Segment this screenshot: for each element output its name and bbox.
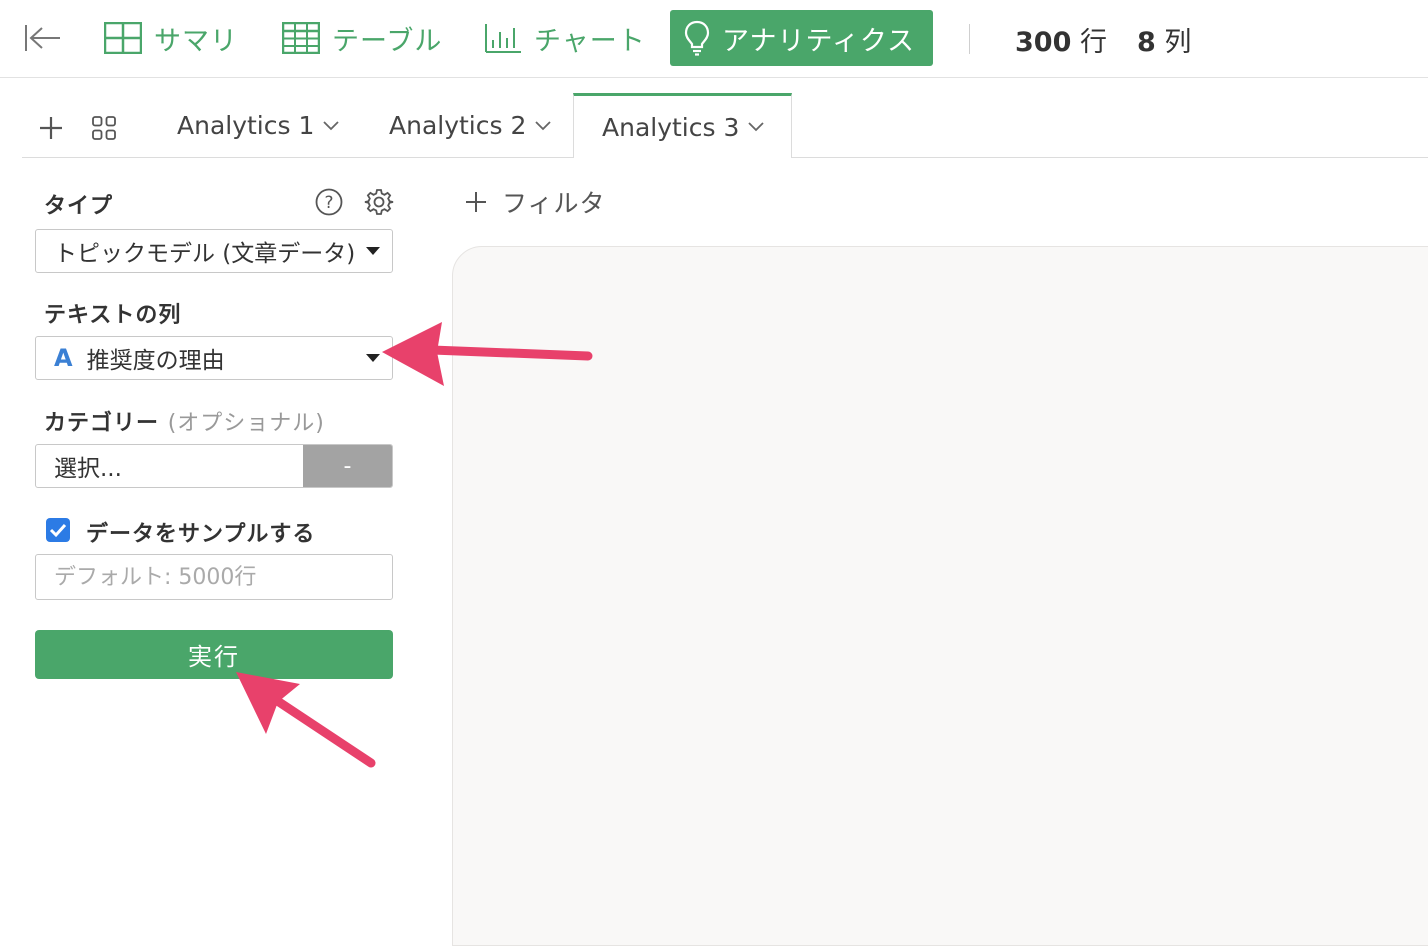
category-optional-text: (オプショナル) [167, 411, 325, 436]
collapse-left-icon[interactable] [22, 20, 62, 56]
check-icon [49, 523, 67, 538]
add-tab-icon[interactable] [36, 113, 66, 143]
help-icon[interactable]: ? [314, 187, 344, 217]
type-select-value: トピックモデル (文章データ) [54, 241, 356, 267]
tab-analytics-2-label: Analytics 2 [389, 111, 527, 140]
chevron-down-icon [535, 120, 552, 130]
tab-summary[interactable]: サマリ [104, 10, 238, 66]
tab-analytics[interactable]: アナリティクス [670, 10, 934, 66]
sample-size-input[interactable] [35, 554, 393, 600]
chevron-down-icon [748, 122, 765, 132]
plus-icon [466, 192, 486, 212]
tab-analytics-label: アナリティクス [722, 25, 916, 57]
row-count-value: 300 [1015, 27, 1072, 58]
text-type-icon: A [54, 344, 73, 372]
tab-table[interactable]: テーブル [282, 10, 442, 66]
tab-analytics-3-label: Analytics 3 [602, 112, 740, 142]
summary-grid-icon [104, 22, 142, 54]
column-count-value: 8 [1137, 27, 1156, 58]
table-icon [282, 22, 320, 54]
row-count: 300 行 [1015, 20, 1107, 59]
tab-list-grid-icon[interactable] [89, 113, 119, 143]
result-canvas [452, 246, 1428, 946]
bar-chart-icon [485, 24, 521, 53]
text-column-value: 推奨度の理由 [86, 348, 225, 374]
run-button[interactable]: 実行 [35, 630, 393, 679]
add-filter-button[interactable]: フィルタ [464, 184, 606, 220]
type-select[interactable]: トピックモデル (文章データ) [35, 229, 393, 273]
gear-icon[interactable] [364, 187, 394, 217]
top-toolbar: サマリ テーブル チャート アナリティクス 300 行 8 列 [0, 0, 1428, 78]
lightbulb-icon [684, 20, 710, 56]
add-filter-label: フィルタ [502, 189, 606, 218]
column-count: 8 列 [1137, 20, 1191, 59]
category-clear-button[interactable]: - [303, 445, 392, 487]
category-label-text: カテゴリー [44, 411, 160, 436]
sample-label: データをサンプルする [86, 522, 316, 547]
tab-analytics-2[interactable]: Analytics 2 [389, 93, 552, 158]
sample-checkbox[interactable] [46, 518, 70, 542]
category-select[interactable]: 選択... [36, 445, 303, 487]
toolbar-divider [969, 24, 970, 54]
tab-table-label: テーブル [332, 25, 443, 57]
tab-analytics-3[interactable]: Analytics 3 [573, 93, 793, 159]
text-column-select[interactable]: A 推奨度の理由 [35, 336, 393, 380]
category-label: カテゴリー (オプショナル) [44, 405, 325, 437]
row-count-unit: 行 [1079, 27, 1107, 58]
category-field: 選択... - [35, 444, 393, 488]
column-count-unit: 列 [1164, 27, 1192, 58]
caret-down-icon [366, 247, 380, 255]
caret-down-icon [366, 354, 380, 362]
tab-analytics-1-label: Analytics 1 [177, 111, 315, 140]
analytics-settings-panel: タイプ ? トピックモデル (文章データ) テキストの列 A 推奨度の理由 カテ… [22, 158, 452, 914]
type-label: タイプ [44, 194, 114, 219]
tab-chart-label: チャート [534, 25, 646, 57]
analytics-main-area: フィルタ [452, 158, 1428, 946]
text-column-label: テキストの列 [44, 303, 182, 328]
svg-text:?: ? [324, 193, 333, 213]
tab-chart[interactable]: チャート [484, 10, 646, 66]
tab-analytics-1[interactable]: Analytics 1 [177, 93, 340, 158]
analytics-tab-strip: Analytics 1 Analytics 2 Analytics 3 [22, 93, 1428, 159]
tab-summary-label: サマリ [154, 25, 238, 57]
chevron-down-icon [323, 120, 340, 130]
